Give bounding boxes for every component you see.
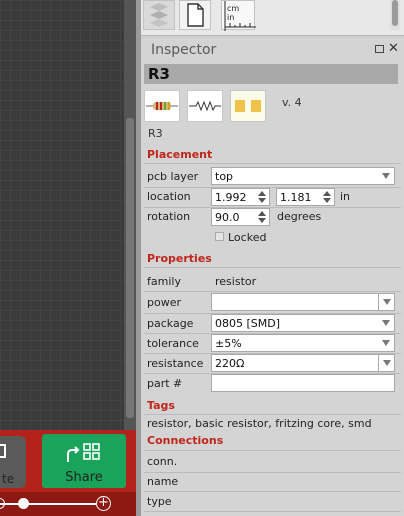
- zoom-slider-knob[interactable]: [18, 498, 29, 509]
- pcb-layer-label: pcb layer: [147, 170, 199, 183]
- locked-checkbox[interactable]: [215, 232, 224, 241]
- chevron-down-icon[interactable]: [378, 294, 394, 310]
- family-value: resistor: [215, 275, 257, 288]
- spinner-arrows-icon[interactable]: [258, 191, 266, 204]
- connections-type-label: type: [147, 495, 172, 508]
- section-connections: Connections: [147, 434, 224, 447]
- part-caption: R3: [148, 127, 163, 140]
- parts-bin-strip: cm in: [141, 0, 404, 36]
- ruler-unit-in: in: [227, 13, 234, 22]
- location-x-spinbox[interactable]: 1.992: [211, 188, 270, 206]
- divider: [144, 163, 401, 164]
- power-combo[interactable]: [211, 293, 395, 311]
- parts-strip-scrollbar[interactable]: [390, 0, 400, 30]
- route-icon: [0, 444, 6, 458]
- chevron-down-icon[interactable]: [378, 355, 394, 371]
- sketch-canvas[interactable]: [0, 0, 136, 430]
- package-select[interactable]: 0805 [SMD]: [211, 314, 395, 332]
- inspector-panel: Inspector ✕ R3 v. 4 R3 Placement pcb lay…: [141, 38, 404, 516]
- rotation-spinbox[interactable]: 90.0: [211, 208, 270, 226]
- location-unit: in: [340, 190, 351, 203]
- location-y-spinbox[interactable]: 1.181: [276, 188, 335, 206]
- rotation-label: rotation: [147, 210, 191, 223]
- autoroute-button[interactable]: te: [0, 436, 26, 488]
- rotation-value: 90.0: [215, 211, 240, 224]
- autoroute-label: te: [2, 472, 15, 486]
- divider: [144, 291, 401, 292]
- location-y-value: 1.181: [280, 191, 312, 204]
- pcb-view-image: [230, 90, 266, 122]
- ruler-icon[interactable]: cm in: [221, 0, 256, 31]
- tags-value: resistor, basic resistor, fritzing core,…: [147, 417, 372, 430]
- document-icon[interactable]: [179, 0, 211, 30]
- mystery-part-icon[interactable]: [143, 0, 175, 30]
- divider: [144, 207, 401, 208]
- spinner-arrows-icon[interactable]: [258, 211, 266, 224]
- tolerance-value: ±5%: [215, 337, 242, 350]
- zoom-in-icon[interactable]: +: [96, 496, 111, 511]
- chevron-down-icon: [382, 320, 390, 326]
- package-label: package: [147, 317, 194, 330]
- locked-label: Locked: [228, 231, 267, 244]
- schematic-view-image: [187, 90, 223, 122]
- divider: [144, 267, 401, 268]
- section-tags: Tags: [147, 399, 175, 412]
- rotation-unit: degrees: [277, 210, 322, 223]
- chevron-down-icon: [382, 173, 390, 179]
- share-label: Share: [65, 470, 103, 485]
- part-title: R3: [148, 65, 170, 83]
- chevron-down-icon: [382, 340, 390, 346]
- resistance-label: resistance: [147, 357, 204, 370]
- ruler-unit-cm: cm: [227, 4, 239, 13]
- part-title-bar: R3: [144, 64, 398, 84]
- zoom-bar: +: [0, 492, 136, 516]
- package-value: 0805 [SMD]: [215, 317, 281, 330]
- section-placement: Placement: [147, 148, 213, 161]
- divider: [144, 511, 401, 512]
- divider: [144, 187, 401, 188]
- family-label: family: [147, 275, 181, 288]
- resistance-value: 220Ω: [215, 357, 245, 370]
- close-icon[interactable]: ✕: [388, 41, 399, 56]
- power-label: power: [147, 296, 181, 309]
- tolerance-label: tolerance: [147, 337, 199, 350]
- pcb-layer-select[interactable]: top: [211, 167, 395, 185]
- breadboard-view-image: [144, 90, 180, 122]
- part-number-label: part #: [147, 377, 183, 390]
- float-panel-icon[interactable]: [375, 45, 384, 53]
- location-x-value: 1.992: [215, 191, 247, 204]
- share-button[interactable]: Share: [42, 434, 126, 488]
- divider: [144, 472, 401, 473]
- resistance-combo[interactable]: 220Ω: [211, 354, 395, 372]
- divider: [144, 491, 401, 492]
- canvas-scroll-thumb[interactable]: [126, 118, 134, 418]
- zoom-slider-track[interactable]: [0, 503, 96, 505]
- connections-conn-label: conn.: [147, 455, 178, 468]
- inspector-title: Inspector: [151, 42, 217, 58]
- spinner-arrows-icon[interactable]: [323, 191, 331, 204]
- share-icon: [67, 443, 100, 462]
- tolerance-select[interactable]: ±5%: [211, 334, 395, 352]
- divider: [144, 450, 401, 451]
- canvas-scrollbar[interactable]: [124, 0, 136, 430]
- location-label: location: [147, 190, 191, 203]
- part-version: v. 4: [282, 96, 302, 109]
- connections-name-label: name: [147, 475, 179, 488]
- parts-strip-scroll-thumb[interactable]: [392, 0, 398, 26]
- section-properties: Properties: [147, 252, 212, 265]
- pcb-layer-value: top: [215, 170, 234, 183]
- bottom-toolbar: te Share +: [0, 430, 136, 516]
- part-number-input[interactable]: [211, 374, 395, 392]
- divider: [144, 414, 401, 415]
